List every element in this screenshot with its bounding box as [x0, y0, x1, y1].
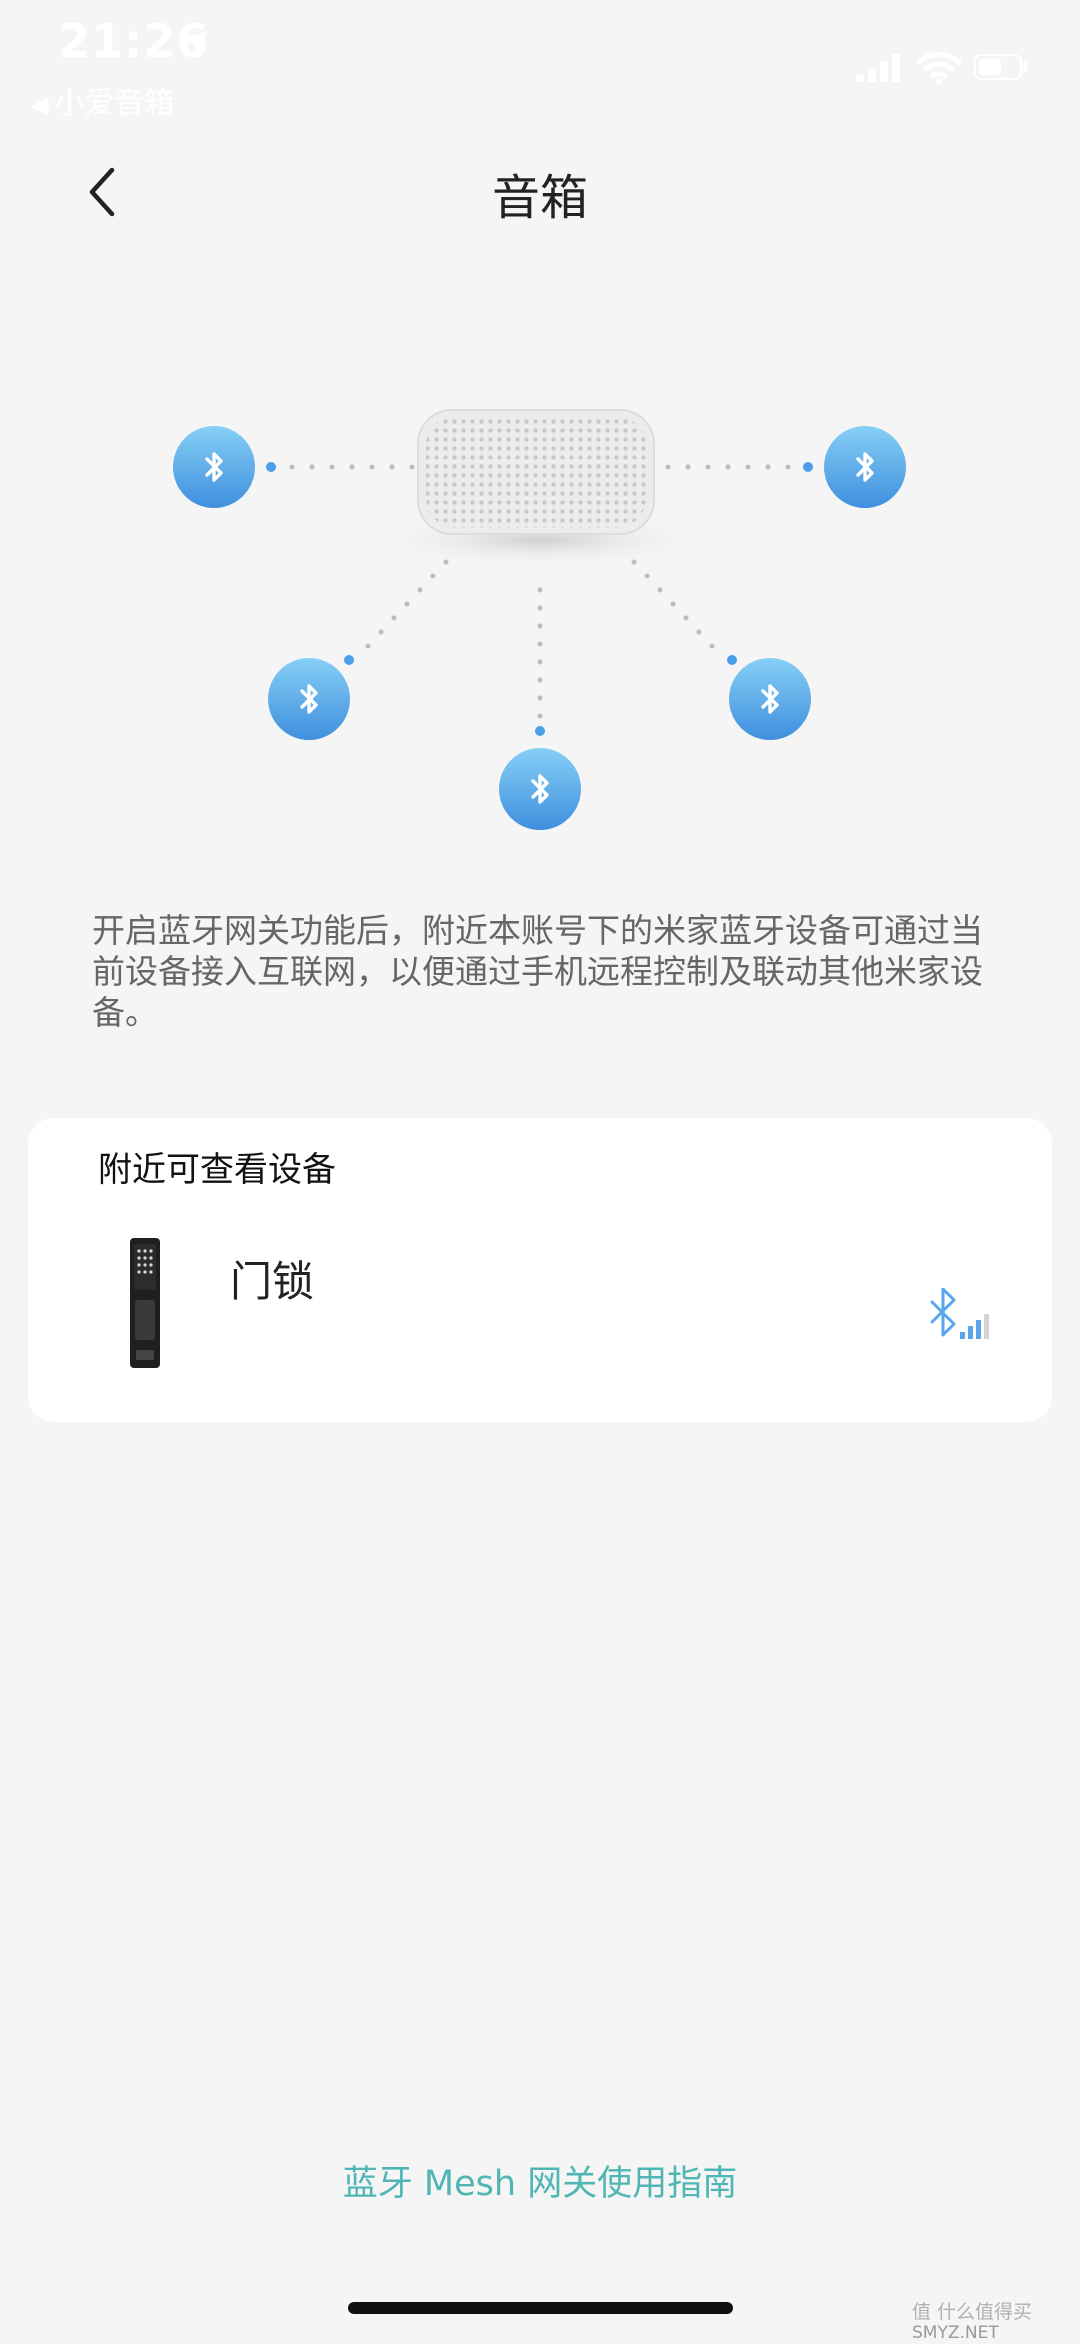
mesh-guide-link[interactable]: 蓝牙 Mesh 网关使用指南 — [0, 2155, 1080, 2206]
cellular-signal-icon — [856, 54, 900, 82]
battery-icon — [974, 54, 1027, 80]
page-title: 音箱 — [491, 170, 588, 226]
nav-bar: 音箱 — [0, 140, 1080, 240]
device-name: 门锁 — [230, 1257, 315, 1306]
back-app-label: 小爱音箱 — [54, 86, 175, 121]
nearby-devices-card: 附近可查看设备 门锁 — [28, 1118, 1052, 1422]
location-arrow-icon — [182, 30, 208, 56]
bluetooth-signal-icon — [930, 1288, 989, 1339]
gateway-illustration — [173, 409, 906, 830]
back-to-app-link[interactable]: ◀ 小爱音箱 — [30, 78, 174, 122]
back-triangle-icon: ◀ — [30, 91, 49, 119]
speaker-image — [365, 409, 715, 568]
bluetooth-device-icon — [173, 426, 255, 508]
bluetooth-device-icon — [729, 658, 811, 740]
bluetooth-device-icon — [499, 748, 581, 830]
watermark: 值 什么值得买 SMYZ.NET — [912, 2302, 1032, 2344]
device-row-door-lock[interactable]: 门锁 — [28, 1218, 1052, 1398]
bluetooth-device-icon — [268, 658, 350, 740]
watermark-line1: 值 什么值得买 — [912, 2301, 1033, 2323]
wifi-icon — [916, 51, 962, 84]
home-indicator[interactable] — [348, 2302, 733, 2314]
gateway-description: 开启蓝牙网关功能后，附近本账号下的米家蓝牙设备可通过当前设备接入互联网，以便通过… — [92, 911, 983, 1032]
nearby-devices-title: 附近可查看设备 — [98, 1150, 336, 1190]
watermark-url: SMYZ.NET — [912, 2323, 999, 2343]
bluetooth-device-icon — [824, 426, 906, 508]
door-lock-image — [130, 1238, 160, 1368]
status-bar: 21:26 ◀ 小爱音箱 — [0, 0, 1080, 122]
